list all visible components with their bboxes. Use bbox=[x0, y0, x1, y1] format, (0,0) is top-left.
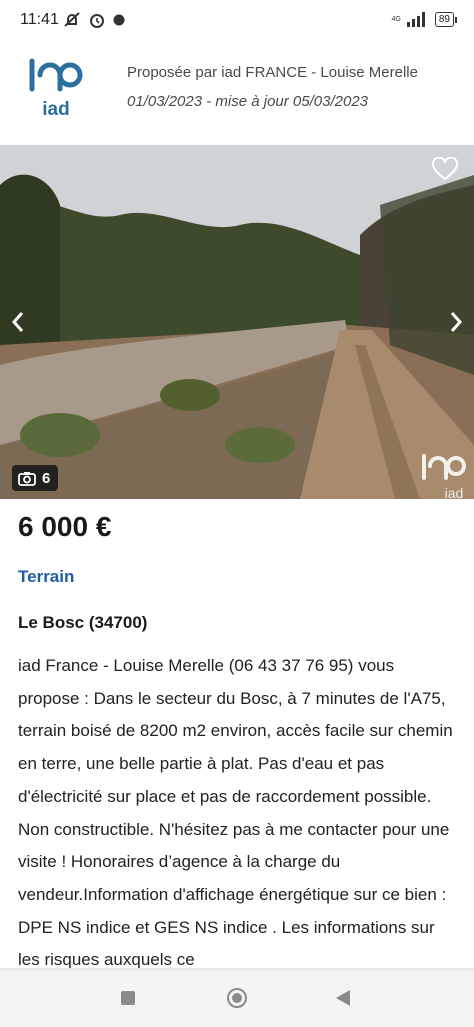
status-system-icons: 4G 89 bbox=[391, 11, 458, 27]
network-type-label: 4G bbox=[391, 15, 401, 23]
logo-text: iad bbox=[42, 99, 69, 117]
signal-icon bbox=[406, 12, 425, 27]
next-photo-arrow-icon[interactable] bbox=[448, 310, 464, 334]
landscape-photo-image bbox=[0, 145, 474, 499]
listing-location: Le Bosc (34700) bbox=[18, 613, 148, 632]
photo-count-badge[interactable]: 6 bbox=[12, 465, 59, 491]
back-button[interactable] bbox=[336, 990, 350, 1006]
status-notification-icons bbox=[62, 11, 126, 29]
listing-price: 6 000 € bbox=[18, 511, 112, 542]
mute-icon bbox=[64, 12, 80, 27]
status-bar: 11:41 4G 89 bbox=[0, 0, 474, 42]
recent-apps-button[interactable] bbox=[121, 991, 135, 1005]
property-type-link[interactable]: Terrain bbox=[18, 567, 74, 587]
status-time: 11:41 bbox=[20, 11, 59, 28]
photo-count: 6 bbox=[42, 469, 51, 487]
listing-dates: 01/03/2023 - mise à jour 05/03/2023 bbox=[127, 93, 369, 110]
previous-photo-arrow-icon[interactable] bbox=[10, 310, 26, 334]
camera-icon bbox=[18, 471, 36, 486]
agency-proposed-by: Proposée par iad FRANCE - Louise Merelle bbox=[127, 64, 418, 81]
iad-logo: iad bbox=[29, 58, 83, 117]
home-button[interactable] bbox=[227, 988, 247, 1008]
iad-watermark-logo: iad bbox=[422, 454, 467, 500]
listing-photo[interactable] bbox=[0, 145, 474, 499]
battery-indicator: 89 bbox=[434, 11, 458, 27]
alarm-icon bbox=[90, 14, 104, 28]
app-notification-icon bbox=[113, 14, 125, 26]
listing-description: iad France - Louise Merelle (06 43 37 76… bbox=[18, 656, 453, 968]
favorite-heart-icon[interactable] bbox=[432, 157, 458, 181]
watermark-text: iad bbox=[445, 485, 464, 500]
